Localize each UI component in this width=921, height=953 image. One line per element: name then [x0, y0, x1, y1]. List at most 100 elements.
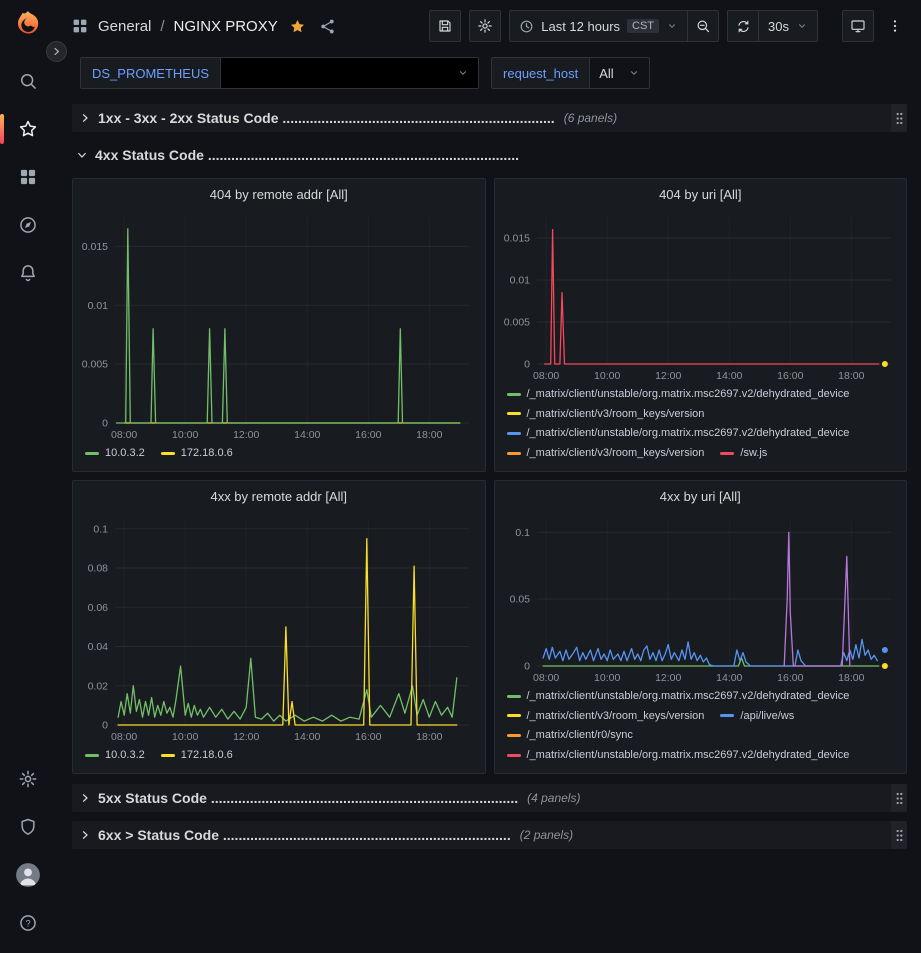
legend-item[interactable]: /_matrix/client/unstable/org.matrix.msc2… — [507, 385, 850, 404]
legend-item[interactable]: /_matrix/client/unstable/org.matrix.msc2… — [507, 746, 850, 765]
row-drag-handle[interactable] — [891, 821, 907, 849]
panel-legend: 10.0.3.2 172.18.0.6 — [73, 443, 485, 471]
refresh-button[interactable] — [727, 10, 759, 42]
sidebar-item-server-admin[interactable] — [6, 806, 50, 848]
row-6xx-status-code[interactable]: 6xx > Status Code ......................… — [72, 821, 907, 849]
legend-item[interactable]: /sw.js — [720, 444, 767, 463]
sidebar-item-profile[interactable] — [6, 854, 50, 896]
row-title[interactable]: 4xx Status Code ........................… — [95, 147, 519, 163]
more-options-kebab[interactable] — [884, 10, 906, 42]
legend-item[interactable]: 172.18.0.6 — [161, 444, 233, 463]
legend-item[interactable]: /_matrix/client/unstable/org.matrix.msc2… — [507, 687, 850, 706]
row-drag-handle[interactable] — [891, 104, 907, 132]
favorite-star-icon[interactable] — [289, 18, 306, 35]
legend-series-swatch — [161, 754, 175, 757]
variable-datasource-value[interactable] — [221, 57, 479, 89]
legend-series-name[interactable]: /api/live/ws — [740, 707, 794, 726]
legend-item[interactable]: 10.0.3.2 — [85, 444, 145, 463]
variable-request-host-value[interactable]: All — [590, 57, 649, 89]
grafana-logo[interactable] — [12, 9, 44, 41]
save-icon — [437, 18, 453, 34]
svg-text:10:00: 10:00 — [594, 672, 620, 684]
legend-series-name[interactable]: /_matrix/client/v3/room_keys/version — [527, 444, 705, 463]
legend-series-name[interactable]: /_matrix/client/unstable/org.matrix.msc2… — [527, 746, 850, 765]
sidebar-item-search[interactable] — [6, 60, 50, 102]
legend-series-name[interactable]: 172.18.0.6 — [181, 746, 233, 765]
dashboard-canvas: 1xx - 3xx - 2xx Status Code ............… — [56, 94, 921, 849]
legend-series-name[interactable]: 10.0.3.2 — [105, 444, 145, 463]
refresh-icon — [736, 19, 751, 34]
sidebar-item-configuration[interactable] — [6, 758, 50, 800]
zoom-out-button[interactable] — [687, 10, 719, 42]
row-4xx-status-code[interactable]: 4xx Status Code ........................… — [72, 141, 907, 169]
legend-item[interactable]: /_matrix/client/v3/room_keys/version — [507, 444, 705, 463]
row-1xx-3xx-2xx-status-code[interactable]: 1xx - 3xx - 2xx Status Code ............… — [72, 104, 907, 132]
panel-title[interactable]: 404 by uri [All] — [495, 179, 907, 209]
time-series-chart[interactable]: 08:0010:0012:0014:0016:0018:0000.050.1 — [495, 511, 907, 686]
gear-icon — [18, 769, 38, 789]
svg-text:18:00: 18:00 — [838, 672, 864, 684]
cycle-view-mode-button[interactable] — [842, 10, 874, 42]
row-title[interactable]: 1xx - 3xx - 2xx Status Code ............… — [98, 110, 555, 126]
row-panel-count: (6 panels) — [564, 111, 617, 125]
timezone-badge: CST — [627, 19, 659, 33]
row-title[interactable]: 5xx Status Code ........................… — [98, 790, 518, 806]
sidebar-item-alerting[interactable] — [6, 252, 50, 294]
legend-series-name[interactable]: /_matrix/client/r0/sync — [527, 726, 633, 745]
chevron-right-icon — [79, 792, 91, 804]
svg-text:0.015: 0.015 — [82, 241, 108, 253]
panel-title[interactable]: 404 by remote addr [All] — [73, 179, 485, 209]
panel-404-by-remote-addr: 404 by remote addr [All] 08:0010:0012:00… — [72, 178, 486, 472]
legend-series-swatch — [507, 695, 521, 698]
variable-request-host-text: All — [599, 66, 613, 81]
legend-item[interactable]: /_matrix/client/v3/room_keys/version — [507, 405, 705, 424]
time-series-chart[interactable]: 08:0010:0012:0014:0016:0018:0000.020.040… — [73, 511, 485, 745]
row-5xx-status-code[interactable]: 5xx Status Code ........................… — [72, 784, 907, 812]
legend-series-name[interactable]: 172.18.0.6 — [181, 444, 233, 463]
legend-item[interactable]: 172.18.0.6 — [161, 746, 233, 765]
variable-datasource-label[interactable]: DS_PROMETHEUS — [80, 57, 221, 89]
legend-item[interactable]: /_matrix/client/unstable/org.matrix.msc2… — [507, 424, 850, 443]
refresh-interval-dropdown[interactable]: 30s — [758, 10, 818, 42]
svg-text:08:00: 08:00 — [533, 672, 559, 684]
dashboard-apps-icon[interactable] — [71, 17, 89, 35]
dashboard-settings-button[interactable] — [469, 10, 501, 42]
row-drag-handle[interactable] — [891, 784, 907, 812]
sidebar-item-help[interactable]: ? — [6, 902, 50, 944]
variable-request-host-label[interactable]: request_host — [491, 57, 590, 89]
panel-legend: 10.0.3.2 172.18.0.6 — [73, 745, 485, 773]
legend-item[interactable]: /api/live/ws — [720, 707, 794, 726]
save-dashboard-button[interactable] — [429, 10, 461, 42]
legend-series-name[interactable]: /_matrix/client/v3/room_keys/version — [527, 405, 705, 424]
time-series-chart[interactable]: 08:0010:0012:0014:0016:0018:0000.0050.01… — [495, 209, 907, 384]
sidebar: ? — [0, 0, 56, 953]
legend-item[interactable]: /_matrix/client/v3/room_keys/version — [507, 707, 705, 726]
legend-series-swatch — [720, 452, 734, 455]
legend-item[interactable]: /_matrix/client/r0/sync — [507, 726, 633, 745]
sidebar-expand-button[interactable] — [46, 41, 67, 62]
panel-title[interactable]: 4xx by remote addr [All] — [73, 481, 485, 511]
sidebar-item-dashboards[interactable] — [6, 156, 50, 198]
svg-text:0.005: 0.005 — [82, 359, 108, 371]
sidebar-item-starred[interactable] — [6, 108, 50, 150]
legend-series-name[interactable]: /_matrix/client/v3/room_keys/version — [527, 707, 705, 726]
row-title[interactable]: 6xx > Status Code ......................… — [98, 827, 511, 843]
chevron-right-icon — [79, 112, 91, 124]
share-icon[interactable] — [319, 18, 336, 35]
time-series-chart[interactable]: 08:0010:0012:0014:0016:0018:0000.0050.01… — [73, 209, 485, 443]
panel-title[interactable]: 4xx by uri [All] — [495, 481, 907, 511]
legend-series-swatch — [507, 754, 521, 757]
breadcrumb-folder[interactable]: General — [98, 18, 151, 35]
dashboard-title[interactable]: NGINX PROXY — [174, 18, 278, 35]
svg-text:0.04: 0.04 — [88, 641, 109, 653]
legend-item[interactable]: 10.0.3.2 — [85, 746, 145, 765]
help-icon: ? — [18, 913, 38, 933]
time-range-picker[interactable]: Last 12 hours CST — [509, 10, 688, 42]
legend-series-name[interactable]: /_matrix/client/unstable/org.matrix.msc2… — [527, 385, 850, 404]
legend-series-name[interactable]: /sw.js — [740, 444, 767, 463]
sidebar-item-explore[interactable] — [6, 204, 50, 246]
legend-series-name[interactable]: /_matrix/client/unstable/org.matrix.msc2… — [527, 424, 850, 443]
legend-series-name[interactable]: /_matrix/client/unstable/org.matrix.msc2… — [527, 687, 850, 706]
legend-series-name[interactable]: 10.0.3.2 — [105, 746, 145, 765]
svg-text:0.01: 0.01 — [88, 300, 109, 312]
